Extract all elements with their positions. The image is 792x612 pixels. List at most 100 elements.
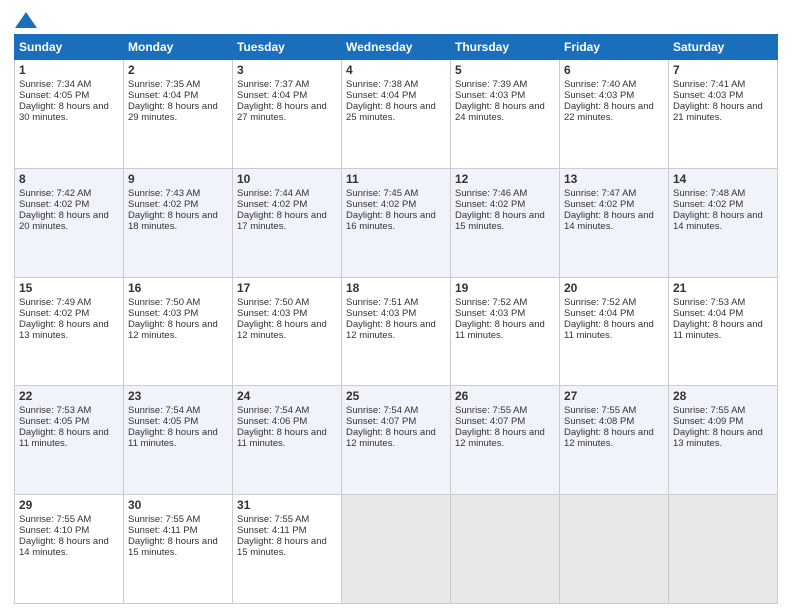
calendar-cell: 15Sunrise: 7:49 AMSunset: 4:02 PMDayligh… [15, 277, 124, 386]
sunset-text: Sunset: 4:02 PM [346, 199, 446, 210]
daylight-text: Daylight: 8 hours and 14 minutes. [19, 536, 119, 558]
day-number: 1 [19, 63, 119, 77]
sunrise-text: Sunrise: 7:51 AM [346, 297, 446, 308]
calendar-body: 1Sunrise: 7:34 AMSunset: 4:05 PMDaylight… [15, 60, 778, 604]
day-number: 22 [19, 389, 119, 403]
daylight-text: Daylight: 8 hours and 15 minutes. [237, 536, 337, 558]
calendar-week-row: 8Sunrise: 7:42 AMSunset: 4:02 PMDaylight… [15, 168, 778, 277]
sunset-text: Sunset: 4:04 PM [564, 308, 664, 319]
daylight-text: Daylight: 8 hours and 13 minutes. [673, 427, 773, 449]
calendar-cell: 26 Sunrise: 7:55 AMSunset: 4:07 PMDayligh… [451, 386, 560, 495]
calendar-cell [451, 495, 560, 604]
day-number: 30 [128, 498, 228, 512]
calendar-cell [342, 495, 451, 604]
calendar-day-header: Saturday [669, 35, 778, 60]
sunrise-text: Sunrise: 7:49 AM [19, 297, 119, 308]
sunset-text: Sunset: 4:03 PM [455, 90, 555, 101]
day-number: 18 [346, 281, 446, 295]
calendar-cell: 4Sunrise: 7:38 AMSunset: 4:04 PMDaylight… [342, 60, 451, 169]
calendar-cell: 20Sunrise: 7:52 AMSunset: 4:04 PMDayligh… [560, 277, 669, 386]
calendar-cell: 14Sunrise: 7:48 AMSunset: 4:02 PMDayligh… [669, 168, 778, 277]
calendar-cell: 28 Sunrise: 7:55 AMSunset: 4:09 PMDayligh… [669, 386, 778, 495]
calendar-cell: 16Sunrise: 7:50 AMSunset: 4:03 PMDayligh… [124, 277, 233, 386]
daylight-text: Daylight: 8 hours and 11 minutes. [673, 319, 773, 341]
sunset-text: Sunset: 4:02 PM [19, 199, 119, 210]
daylight-text: Daylight: 8 hours and 11 minutes. [128, 427, 228, 449]
calendar-cell: 7Sunrise: 7:41 AMSunset: 4:03 PMDaylight… [669, 60, 778, 169]
day-number: 15 [19, 281, 119, 295]
sunset-text: Sunset: 4:02 PM [128, 199, 228, 210]
day-number: 6 [564, 63, 664, 77]
day-number: 29 [19, 498, 119, 512]
sunrise-text: Sunrise: 7:54 AM [128, 405, 228, 416]
page: SundayMondayTuesdayWednesdayThursdayFrid… [0, 0, 792, 612]
day-number: 2 [128, 63, 228, 77]
calendar-header-row: SundayMondayTuesdayWednesdayThursdayFrid… [15, 35, 778, 60]
day-number: 7 [673, 63, 773, 77]
calendar-day-header: Tuesday [233, 35, 342, 60]
day-number: 26 [455, 389, 555, 403]
sunset-text: Sunset: 4:11 PM [237, 525, 337, 536]
sunset-text: Sunset: 4:04 PM [237, 90, 337, 101]
sunrise-text: Sunrise: 7:52 AM [455, 297, 555, 308]
calendar-day-header: Wednesday [342, 35, 451, 60]
day-number: 16 [128, 281, 228, 295]
sunset-text: Sunset: 4:09 PM [673, 416, 773, 427]
day-number: 24 [237, 389, 337, 403]
day-number: 28 [673, 389, 773, 403]
sunset-text: Sunset: 4:07 PM [455, 416, 555, 427]
sunset-text: Sunset: 4:04 PM [128, 90, 228, 101]
daylight-text: Daylight: 8 hours and 12 minutes. [455, 427, 555, 449]
calendar-cell: 6Sunrise: 7:40 AMSunset: 4:03 PMDaylight… [560, 60, 669, 169]
sunrise-text: Sunrise: 7:44 AM [237, 188, 337, 199]
sunrise-text: Sunrise: 7:40 AM [564, 79, 664, 90]
sunset-text: Sunset: 4:02 PM [19, 308, 119, 319]
daylight-text: Daylight: 8 hours and 11 minutes. [455, 319, 555, 341]
sunset-text: Sunset: 4:02 PM [455, 199, 555, 210]
sunset-text: Sunset: 4:03 PM [128, 308, 228, 319]
calendar-week-row: 15 Sunrise: 7:49 AMSunset: 4:02 PM Dayligh… [15, 277, 778, 386]
daylight-text: Daylight: 8 hours and 11 minutes. [237, 427, 337, 449]
sunrise-text: Sunrise: 7:55 AM [19, 514, 119, 525]
daylight-text: Daylight: 8 hours and 12 minutes. [346, 427, 446, 449]
sunrise-text: Sunrise: 7:50 AM [128, 297, 228, 308]
sunrise-text: Sunrise: 7:45 AM [346, 188, 446, 199]
day-number: 31 [237, 498, 337, 512]
daylight-text: Daylight: 8 hours and 27 minutes. [237, 101, 337, 123]
sunrise-text: Sunrise: 7:50 AM [237, 297, 337, 308]
sunset-text: Sunset: 4:04 PM [673, 308, 773, 319]
day-number: 21 [673, 281, 773, 295]
day-number: 25 [346, 389, 446, 403]
daylight-text: Daylight: 8 hours and 15 minutes. [455, 210, 555, 232]
sunset-text: Sunset: 4:07 PM [346, 416, 446, 427]
sunset-text: Sunset: 4:10 PM [19, 525, 119, 536]
sunrise-text: Sunrise: 7:55 AM [564, 405, 664, 416]
sunset-text: Sunset: 4:03 PM [237, 308, 337, 319]
daylight-text: Daylight: 8 hours and 22 minutes. [564, 101, 664, 123]
sunrise-text: Sunrise: 7:35 AM [128, 79, 228, 90]
sunset-text: Sunset: 4:05 PM [128, 416, 228, 427]
calendar-cell [560, 495, 669, 604]
sunset-text: Sunset: 4:02 PM [673, 199, 773, 210]
daylight-text: Daylight: 8 hours and 24 minutes. [455, 101, 555, 123]
sunset-text: Sunset: 4:03 PM [346, 308, 446, 319]
sunrise-text: Sunrise: 7:34 AM [19, 79, 119, 90]
sunrise-text: Sunrise: 7:46 AM [455, 188, 555, 199]
daylight-text: Daylight: 8 hours and 14 minutes. [564, 210, 664, 232]
daylight-text: Daylight: 8 hours and 29 minutes. [128, 101, 228, 123]
day-number: 20 [564, 281, 664, 295]
sunrise-text: Sunrise: 7:55 AM [673, 405, 773, 416]
sunrise-text: Sunrise: 7:55 AM [455, 405, 555, 416]
logo [14, 10, 38, 28]
day-number: 13 [564, 172, 664, 186]
sunrise-text: Sunrise: 7:47 AM [564, 188, 664, 199]
daylight-text: Daylight: 8 hours and 12 minutes. [346, 319, 446, 341]
sunrise-text: Sunrise: 7:37 AM [237, 79, 337, 90]
daylight-text: Daylight: 8 hours and 20 minutes. [19, 210, 119, 232]
day-number: 23 [128, 389, 228, 403]
sunset-text: Sunset: 4:04 PM [346, 90, 446, 101]
calendar-cell: 18 Sunrise: 7:51 AMSunset: 4:03 PMDayligh… [342, 277, 451, 386]
daylight-text: Daylight: 8 hours and 12 minutes. [237, 319, 337, 341]
calendar-cell: 11Sunrise: 7:45 AMSunset: 4:02 PMDayligh… [342, 168, 451, 277]
calendar-cell: 30Sunrise: 7:55 AMSunset: 4:11 PMDayligh… [124, 495, 233, 604]
